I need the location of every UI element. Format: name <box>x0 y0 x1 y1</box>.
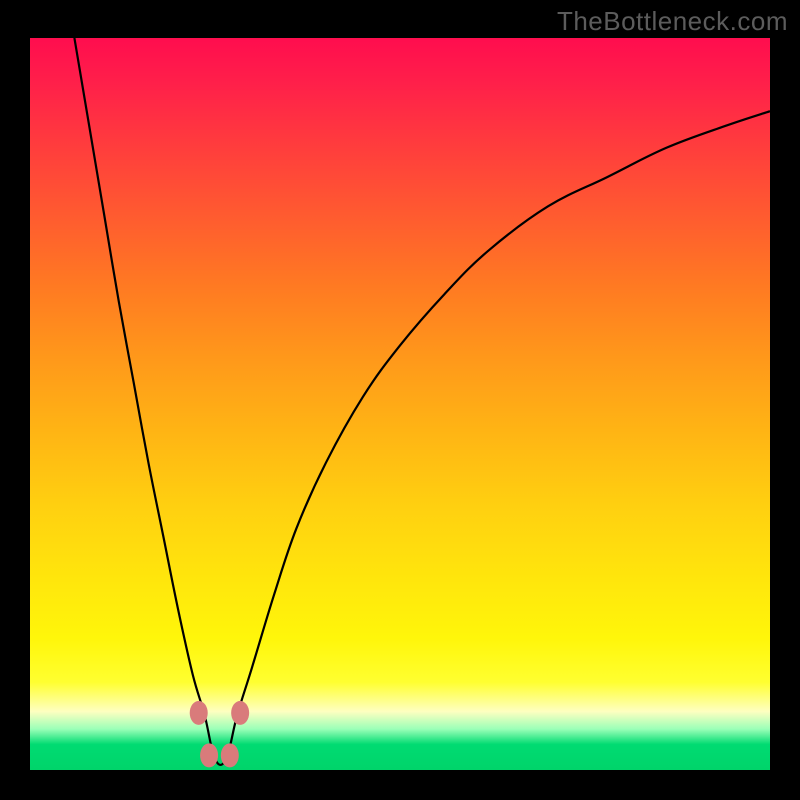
curve-svg <box>30 38 770 770</box>
plot-area <box>30 38 770 770</box>
watermark-text: TheBottleneck.com <box>557 6 788 37</box>
curve-marker <box>221 743 239 767</box>
chart-frame: TheBottleneck.com <box>0 0 800 800</box>
curve-marker <box>231 701 249 725</box>
bottleneck-curve <box>74 38 770 765</box>
markers-group <box>190 701 249 767</box>
curve-marker <box>200 743 218 767</box>
curve-marker <box>190 701 208 725</box>
